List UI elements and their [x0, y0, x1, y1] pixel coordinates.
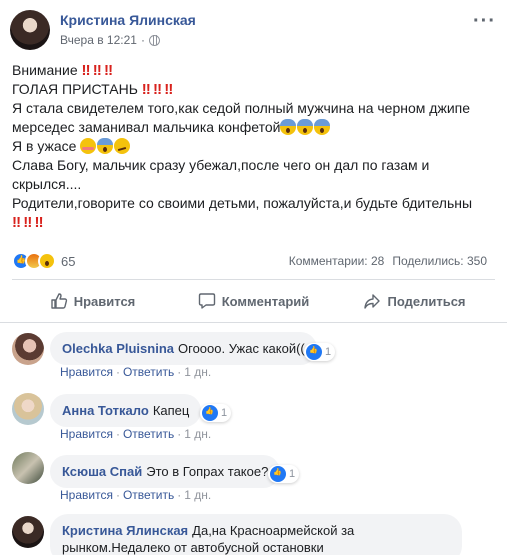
comment-button-label: Комментарий	[221, 293, 310, 309]
post-line: ГОЛАЯ ПРИСТАНЬ ‼ ‼ ‼	[12, 81, 174, 98]
comments-count-link[interactable]: Комментарии: 28	[289, 254, 385, 268]
double-exclamation-icon: ‼ ‼ ‼	[141, 81, 174, 98]
comment-bubble: Анна Тоткало Капец	[50, 394, 202, 427]
comment-like-link[interactable]: Нравится	[60, 365, 113, 379]
like-reaction-icon	[202, 405, 218, 421]
post-line: Слава Богу, мальчик сразу убежал,после ч…	[12, 157, 430, 173]
comment-like-count[interactable]: 1	[200, 404, 232, 422]
comment-button[interactable]: Комментарий	[173, 284, 334, 318]
reactions-count[interactable]: 65	[61, 254, 75, 269]
comment-like-link[interactable]: Нравится	[60, 488, 113, 502]
commenter-name[interactable]: Анна Тоткало	[62, 403, 149, 418]
commenter-name[interactable]: Кристина Ялинская	[62, 523, 188, 538]
post-meta: Вчера в 12:21 ·	[60, 33, 160, 47]
comment-bubble: Кристина Ялинская Да,на Красноармейской з…	[50, 514, 462, 555]
confounded-face-icon	[114, 138, 131, 154]
commenter-avatar[interactable]	[12, 516, 44, 548]
comment-actions: Нравится · Ответить · 1 дн.	[60, 365, 212, 379]
comment-time[interactable]: 1 дн.	[184, 427, 211, 441]
comment-like-link[interactable]: Нравится	[60, 427, 113, 441]
like-reaction-icon	[270, 466, 286, 482]
share-button[interactable]: Поделиться	[334, 284, 495, 318]
author-avatar[interactable]	[10, 10, 50, 50]
comment-reply-link[interactable]: Ответить	[123, 365, 174, 379]
author-name[interactable]: Кристина Ялинская	[60, 12, 196, 28]
meta-separator: ·	[140, 33, 145, 47]
commenter-avatar[interactable]	[12, 333, 44, 365]
share-arrow-icon	[364, 294, 381, 309]
comment-actions: Нравится · Ответить · 1 дн.	[60, 488, 212, 502]
divider	[12, 279, 495, 280]
like-reaction-icon	[306, 344, 322, 360]
wow-reaction-icon	[38, 252, 56, 270]
divider	[0, 322, 507, 323]
screaming-face-icon	[314, 119, 331, 135]
post-card: Кристина Ялинская Вчера в 12:21 · ··· Вн…	[0, 0, 507, 555]
screaming-face-icon	[97, 138, 114, 154]
comment-text: Это в Гопрах такое?	[146, 464, 269, 479]
post-line: Внимание ‼ ‼ ‼	[12, 62, 114, 79]
commenter-name[interactable]: Ксюша Спай	[62, 464, 142, 479]
screaming-face-icon	[297, 119, 314, 135]
comment-text: Огоооо. Ужас какой((	[178, 341, 305, 356]
commenter-avatar[interactable]	[12, 393, 44, 425]
commenter-avatar[interactable]	[12, 452, 44, 484]
like-button[interactable]: Нравится	[12, 284, 173, 318]
comment-time[interactable]: 1 дн.	[184, 365, 211, 379]
action-bar: Нравится Комментарий Поделиться	[12, 284, 495, 318]
comment-reply-link[interactable]: Ответить	[123, 488, 174, 502]
like-button-label: Нравится	[73, 293, 136, 309]
comment-reply-link[interactable]: Ответить	[123, 427, 174, 441]
comment-bubble: Ксюша Спай Это в Гопрах такое?	[50, 455, 281, 488]
globe-icon[interactable]	[148, 34, 160, 46]
more-options-icon[interactable]: ···	[473, 10, 496, 33]
post-line: Я стала свидетелем того,как седой полный…	[12, 100, 471, 116]
comment-actions: Нравится · Ответить · 1 дн.	[60, 427, 212, 441]
post-line: ‼ ‼ ‼	[12, 213, 497, 232]
comment-text: Капец	[152, 403, 190, 418]
flushed-face-icon	[80, 138, 97, 154]
screaming-face-icon	[280, 119, 297, 135]
post-line: мерседес заманивал мальчика конфетой	[12, 118, 497, 137]
post-line: скрылся....	[12, 176, 82, 192]
comment-like-count[interactable]: 1	[304, 343, 336, 361]
double-exclamation-icon: ‼ ‼ ‼	[12, 214, 44, 231]
post-line: Родители,говорите со своими детьми, пожа…	[12, 195, 473, 211]
comment-bubble: Olechka Pluisnina Огоооо. Ужас какой((	[50, 332, 317, 365]
comment-time[interactable]: 1 дн.	[184, 488, 211, 502]
post-stats: Комментарии: 28 Поделились: 350	[289, 254, 487, 268]
post-time[interactable]: Вчера в 12:21	[60, 33, 137, 47]
share-button-label: Поделиться	[387, 293, 466, 309]
reactions-summary[interactable]: 65	[12, 252, 75, 270]
post-body: Внимание ‼ ‼ ‼ ГОЛАЯ ПРИСТАНЬ ‼ ‼ ‼ Я ст…	[12, 61, 497, 232]
comment-like-count[interactable]: 1	[268, 465, 300, 483]
shares-count-link[interactable]: Поделились: 350	[392, 254, 487, 268]
comment-text-continued: рынком.Недалеко от автобусной остановки	[62, 540, 324, 555]
post-line: Я в ужасе	[12, 137, 497, 156]
commenter-name[interactable]: Olechka Pluisnina	[62, 341, 174, 356]
speech-bubble-icon	[198, 293, 215, 309]
comment-text: Да,на Красноармейской за	[192, 523, 355, 538]
double-exclamation-icon: ‼ ‼ ‼	[81, 62, 114, 79]
thumbs-up-icon	[51, 293, 67, 309]
